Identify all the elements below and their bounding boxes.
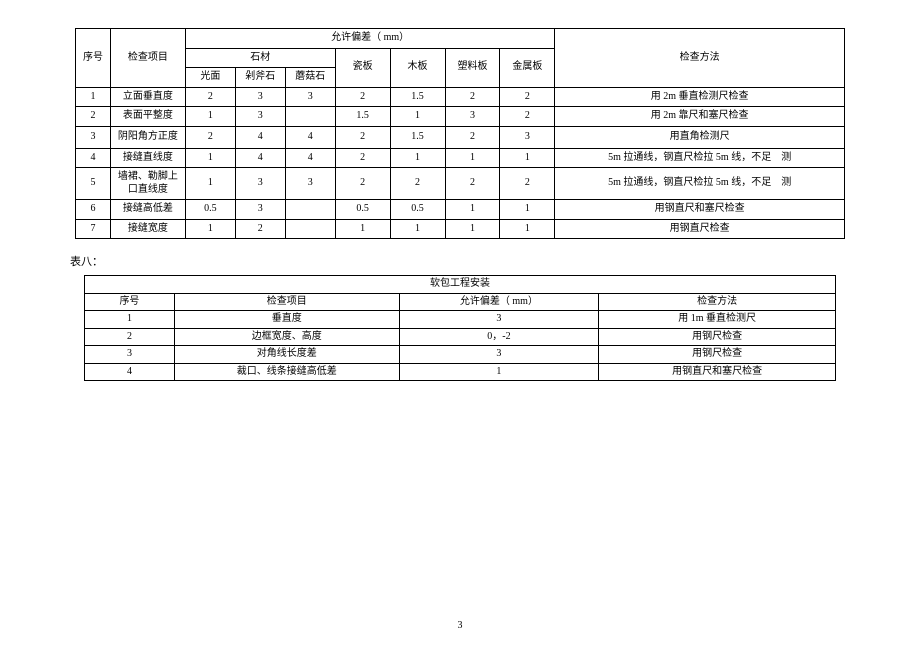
th-stone: 石材 bbox=[185, 48, 335, 68]
th-glossy: 光面 bbox=[185, 68, 235, 88]
table-row: 4裁口、线条接缝高低差 1用钢直尺和塞尺检查 bbox=[85, 363, 836, 381]
table-row: 5墙裙、勒脚上口直线度 133 2222 5m 拉通线，钢直尺检拉 5m 线，不… bbox=[76, 168, 845, 200]
table-row: 2表面平整度 13 1.5132 用 2m 靠尺和塞尺检查 bbox=[76, 107, 845, 127]
table-row: 3对角线长度差 3用钢尺检查 bbox=[85, 346, 836, 364]
table-row: 7接缝宽度 12 1111 用钢直尺检查 bbox=[76, 219, 845, 239]
table-2-caption: 软包工程安装 bbox=[85, 276, 836, 294]
t2-th-seq: 序号 bbox=[85, 293, 175, 311]
inspection-table-1: 序号 检查项目 允许偏差（ mm） 检查方法 石材 瓷板 木板 塑料板 金属板 … bbox=[75, 28, 845, 239]
th-wood: 木板 bbox=[390, 48, 445, 87]
th-metal: 金属板 bbox=[500, 48, 555, 87]
th-item: 检查项目 bbox=[110, 29, 185, 88]
table-row: 3阴阳角方正度 244 21.523 用直角检测尺 bbox=[76, 126, 845, 148]
table-row: 1立面垂直度 233 21.522 用 2m 垂直检测尺检查 bbox=[76, 87, 845, 107]
th-chisel: 剁斧石 bbox=[235, 68, 285, 88]
table-row: 6接缝高低差 0.53 0.50.511 用钢直尺和塞尺检查 bbox=[76, 200, 845, 220]
t2-th-item: 检查项目 bbox=[174, 293, 399, 311]
th-plastic: 塑料板 bbox=[445, 48, 500, 87]
table-row: 2边框宽度、高度 0，-2用钢尺检查 bbox=[85, 328, 836, 346]
th-deviation-group: 允许偏差（ mm） bbox=[185, 29, 555, 49]
table-row: 4接缝直线度 144 2111 5m 拉通线，钢直尺检拉 5m 线，不足 测 bbox=[76, 148, 845, 168]
inspection-table-2: 软包工程安装 序号 检查项目 允许偏差（ mm） 检查方法 1垂直度 3用 1m… bbox=[84, 275, 836, 381]
t2-th-dev: 允许偏差（ mm） bbox=[399, 293, 599, 311]
table-row: 1垂直度 3用 1m 垂直检测尺 bbox=[85, 311, 836, 329]
t2-th-method: 检查方法 bbox=[599, 293, 836, 311]
page-number: 3 bbox=[0, 620, 920, 631]
table-8-label: 表八： bbox=[70, 253, 880, 269]
th-seq: 序号 bbox=[76, 29, 111, 88]
th-mushroom: 蘑菇石 bbox=[285, 68, 335, 88]
th-tile: 瓷板 bbox=[335, 48, 390, 87]
th-method: 检查方法 bbox=[555, 29, 845, 88]
